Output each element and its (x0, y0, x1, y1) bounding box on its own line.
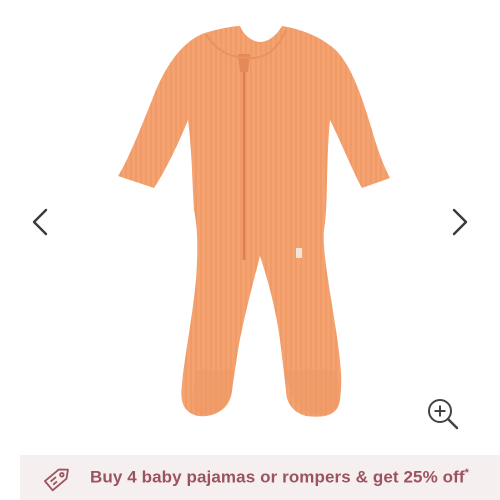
promo-banner[interactable]: Buy 4 baby pajamas or rompers & get 25% … (20, 455, 500, 500)
chevron-left-icon (32, 208, 48, 236)
promo-text: Buy 4 baby pajamas or rompers & get 25% … (90, 467, 469, 488)
promo-message: Buy 4 baby pajamas or rompers & get 25% … (90, 467, 465, 487)
promo-asterisk: * (464, 467, 470, 480)
next-image-button[interactable] (448, 205, 472, 239)
chevron-right-icon (452, 208, 468, 236)
product-image-gallery (0, 0, 500, 455)
product-image[interactable] (110, 20, 390, 430)
zoom-button[interactable] (425, 396, 461, 432)
zoom-in-icon (428, 399, 459, 430)
previous-image-button[interactable] (28, 205, 52, 239)
price-tag-icon (44, 468, 69, 491)
